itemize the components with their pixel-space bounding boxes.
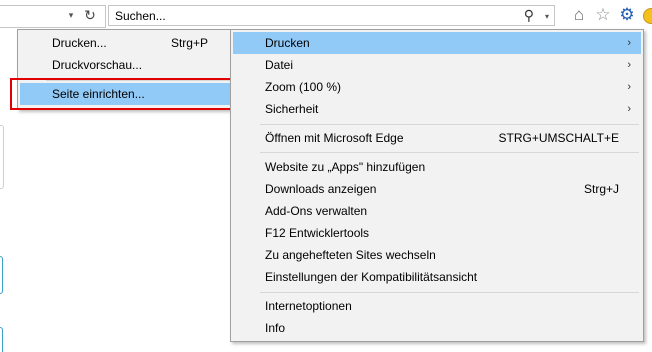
menu-item-compatibility-view[interactable]: Einstellungen der Kompatibilitätsansicht <box>233 266 641 288</box>
page-button-edge <box>0 327 3 352</box>
menu-item-zoom[interactable]: Zoom (100 %) › <box>233 76 641 98</box>
menu-item-label: Einstellungen der Kompatibilitätsansicht <box>265 270 478 284</box>
gear-icon[interactable]: ⚙ <box>617 4 637 26</box>
menu-item-shortcut: Strg+P <box>170 36 208 50</box>
browser-window: ▾ ↻ Suchen... ⚲ ▾ ⌂ ☆ ⚙ Drucken... Strg+… <box>0 0 652 352</box>
page-button-edge <box>0 256 3 294</box>
chevron-right-icon: › <box>627 59 631 71</box>
refresh-icon[interactable]: ↻ <box>82 5 98 25</box>
address-dropdown-icon[interactable]: ▾ <box>66 6 76 24</box>
chevron-right-icon: › <box>627 37 631 49</box>
menu-item-label: Info <box>265 321 286 335</box>
search-placeholder: Suchen... <box>115 9 166 23</box>
menu-item-label: Druckvorschau... <box>52 58 143 72</box>
menu-item-print-preview[interactable]: Druckvorschau... <box>20 54 230 76</box>
chevron-right-icon: › <box>627 103 631 115</box>
menu-item-security[interactable]: Sicherheit › <box>233 98 641 120</box>
menu-item-shortcut: STRG+UMSCHALT+E <box>498 131 619 145</box>
search-input[interactable]: Suchen... ⚲ ▾ <box>108 5 555 26</box>
feedback-smiley-icon[interactable] <box>643 8 652 24</box>
menu-item-internet-options[interactable]: Internetoptionen <box>233 295 641 317</box>
menu-separator <box>260 292 639 293</box>
menu-item-label: Drucken... <box>52 36 107 50</box>
search-icon[interactable]: ⚲ <box>524 6 534 25</box>
menu-item-label: Downloads anzeigen <box>265 182 377 196</box>
search-dropdown-icon[interactable]: ▾ <box>545 7 549 26</box>
tools-menu: Drucken › Datei › Zoom (100 %) › Sicherh… <box>230 29 644 342</box>
menu-item-label: Sicherheit <box>265 102 319 116</box>
menu-item-about[interactable]: Info <box>233 317 641 339</box>
home-icon[interactable]: ⌂ <box>569 4 589 26</box>
page-panel-edge <box>0 125 4 189</box>
menu-item-developer-tools[interactable]: F12 Entwicklertools <box>233 222 641 244</box>
menu-item-add-site-to-apps[interactable]: Website zu „Apps" hinzufügen <box>233 156 641 178</box>
menu-item-label: Datei <box>265 58 294 72</box>
menu-item-print[interactable]: Drucken... Strg+P <box>20 32 230 54</box>
menu-item-label: Zoom (100 %) <box>265 80 342 94</box>
menu-separator <box>260 152 639 153</box>
menu-item-shortcut: Strg+J <box>583 182 619 196</box>
menu-item-label: Website zu „Apps" hinzufügen <box>265 160 426 174</box>
menu-item-label: Drucken <box>265 36 310 50</box>
toolbar: ▾ ↻ Suchen... ⚲ ▾ ⌂ ☆ ⚙ <box>0 0 652 31</box>
menu-item-label: Zu angehefteten Sites wechseln <box>265 248 436 262</box>
menu-item-open-edge[interactable]: Öffnen mit Microsoft Edge STRG+UMSCHALT+… <box>233 127 641 149</box>
menu-item-label: Öffnen mit Microsoft Edge <box>265 131 404 145</box>
menu-item-downloads[interactable]: Downloads anzeigen Strg+J <box>233 178 641 200</box>
menu-separator <box>260 124 639 125</box>
menu-item-pinned-sites[interactable]: Zu angehefteten Sites wechseln <box>233 244 641 266</box>
annotation-highlight-box <box>10 78 237 110</box>
favorites-star-icon[interactable]: ☆ <box>593 4 613 26</box>
menu-item-label: Add-Ons verwalten <box>265 204 368 218</box>
menu-item-file[interactable]: Datei › <box>233 54 641 76</box>
menu-item-label: Internetoptionen <box>265 299 352 313</box>
menu-item-manage-addons[interactable]: Add-Ons verwalten <box>233 200 641 222</box>
chevron-right-icon: › <box>627 81 631 93</box>
menu-item-print[interactable]: Drucken › <box>233 32 641 54</box>
menu-item-label: F12 Entwicklertools <box>265 226 370 240</box>
